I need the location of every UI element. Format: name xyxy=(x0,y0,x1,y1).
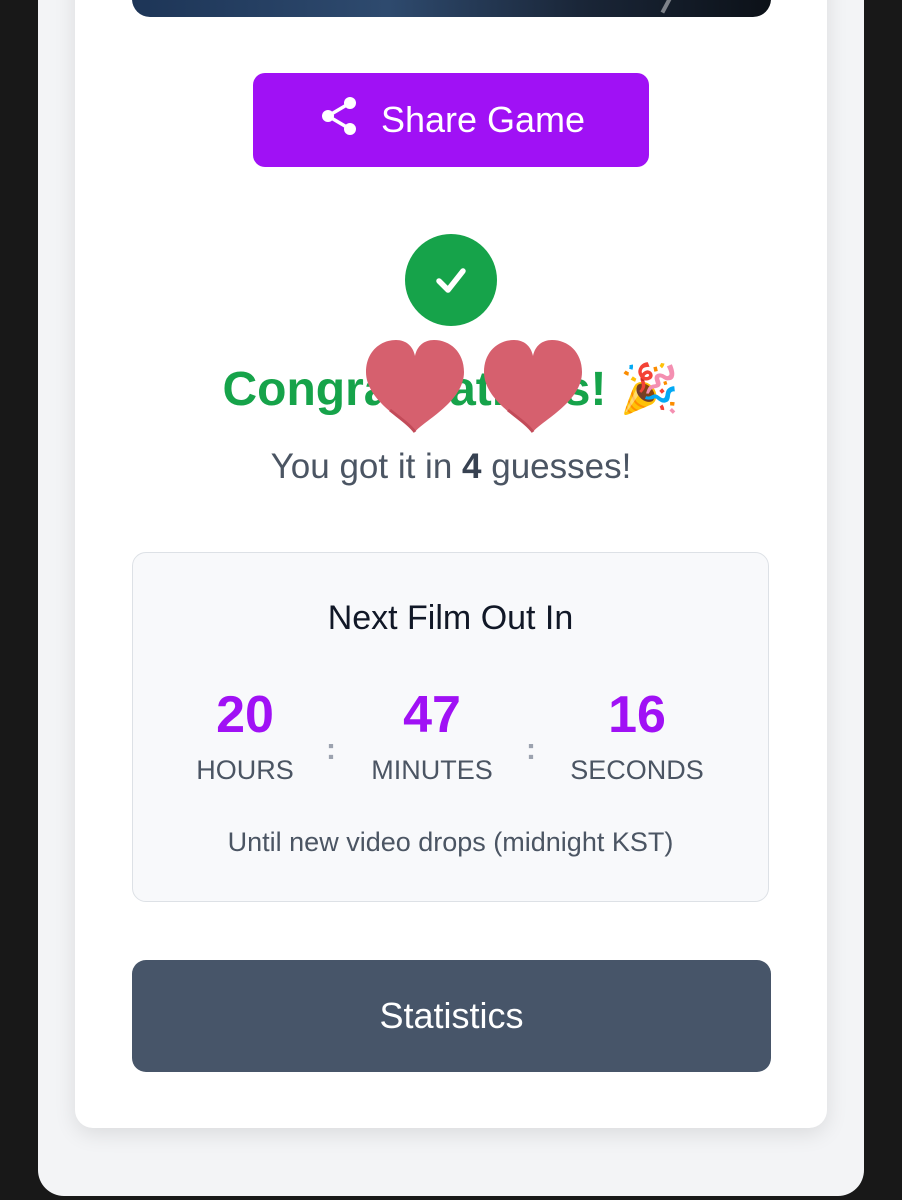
checkmark-icon xyxy=(436,268,466,293)
minutes-value: 47 xyxy=(403,686,461,744)
countdown-panel: Next Film Out In 20 HOURS : 47 MINUTES :… xyxy=(132,552,769,902)
countdown-note: Until new video drops (midnight KST) xyxy=(227,827,674,857)
minutes-label: MINUTES xyxy=(371,755,493,785)
statistics-label: Statistics xyxy=(379,995,524,1036)
statistics-button[interactable]: Statistics xyxy=(132,960,771,1072)
party-popper-icon: 🎉 xyxy=(619,363,680,416)
share-game-button[interactable]: Share Game xyxy=(253,73,649,167)
success-badge xyxy=(405,234,497,326)
share-icon xyxy=(317,94,361,147)
guesses-prefix: You got it in xyxy=(270,447,463,486)
thumbnail-detail xyxy=(660,0,676,14)
countdown-hours: 20 HOURS xyxy=(145,683,345,786)
countdown-seconds: 16 SECONDS xyxy=(537,683,737,786)
heart-sticker-icon xyxy=(366,340,464,433)
guesses-suffix: guesses! xyxy=(481,447,632,486)
guess-count-text: You got it in 4 guesses! xyxy=(0,447,902,487)
share-game-label: Share Game xyxy=(380,99,586,140)
hours-label: HOURS xyxy=(196,755,294,785)
video-thumbnail[interactable] xyxy=(132,0,771,17)
countdown-title: Next Film Out In xyxy=(327,599,574,637)
heart-sticker-icon xyxy=(484,340,582,433)
hours-value: 20 xyxy=(216,686,274,744)
guesses-number: 4 xyxy=(462,447,482,486)
seconds-value: 16 xyxy=(608,686,666,744)
separator-colon: : xyxy=(526,733,536,766)
countdown-minutes: 47 MINUTES xyxy=(332,683,532,786)
seconds-label: SECONDS xyxy=(570,755,704,785)
